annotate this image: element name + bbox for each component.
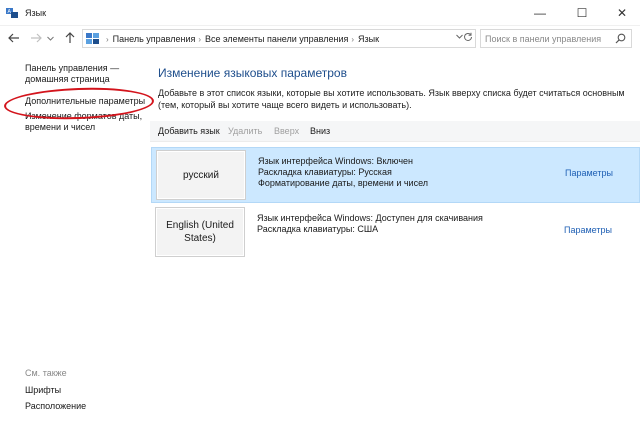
language-app-icon: A <box>6 8 18 18</box>
add-language-button[interactable]: Добавить язык <box>158 126 220 136</box>
breadcrumb: › Панель управления › Все элементы панели у… <box>106 34 380 44</box>
language-tile[interactable]: English (United States) <box>155 207 245 257</box>
language-options-link[interactable]: Параметры <box>565 168 613 178</box>
language-options-link[interactable]: Параметры <box>564 225 612 235</box>
sidebar-advanced-settings-link[interactable]: Дополнительные параметры <box>25 96 145 107</box>
language-info-line: Раскладка клавиатуры: Русская <box>258 167 392 177</box>
sidebar-fonts-link[interactable]: Шрифты <box>25 385 61 396</box>
close-button[interactable]: ✕ <box>604 0 640 26</box>
svg-text:A: A <box>8 9 12 15</box>
address-bar: › Панель управления › Все элементы панели у… <box>0 26 640 51</box>
main-content: Изменение языковых параметров Добавьте в… <box>150 51 640 429</box>
title-bar: A Язык — ☐ ✕ <box>0 0 640 26</box>
move-up-button[interactable]: Вверх <box>274 126 299 136</box>
remove-language-button[interactable]: Удалить <box>228 126 262 136</box>
address-field[interactable]: › Панель управления › Все элементы панели у… <box>82 29 476 48</box>
language-toolbar: Добавить язык Удалить Вверх Вниз <box>150 121 640 142</box>
sidebar-home-link[interactable]: Панель управления — домашняя страница <box>25 63 135 85</box>
language-info-line: Язык интерфейса Windows: Включен <box>258 156 414 166</box>
address-dropdown-icon[interactable] <box>456 34 463 41</box>
forward-arrow-icon[interactable] <box>28 30 44 46</box>
language-info: Язык интерфейса Windows: Включен Расклад… <box>258 156 428 189</box>
language-info: Язык интерфейса Windows: Доступен для ск… <box>257 213 483 235</box>
sidebar-location-link[interactable]: Расположение <box>25 401 86 412</box>
search-box[interactable] <box>480 29 632 48</box>
maximize-button[interactable]: ☐ <box>562 0 602 26</box>
move-down-button[interactable]: Вниз <box>310 126 330 136</box>
see-also-heading: См. также <box>25 368 67 378</box>
breadcrumb-control-panel[interactable]: Панель управления <box>113 34 196 44</box>
page-description: Добавьте в этот список языки, которые вы… <box>158 88 625 110</box>
window-title: Язык <box>25 8 47 18</box>
language-info-line: Раскладка клавиатуры: США <box>257 224 379 234</box>
control-panel-icon <box>86 33 99 44</box>
language-info-line: Форматирование даты, времени и чисел <box>258 178 429 188</box>
refresh-icon[interactable] <box>463 32 473 45</box>
breadcrumb-all-items[interactable]: Все элементы панели управления <box>205 34 348 44</box>
sidebar-formats-link[interactable]: Изменение форматов даты, времени и чисел <box>25 111 145 133</box>
language-tile[interactable]: русский <box>156 150 246 200</box>
minimize-button[interactable]: — <box>520 0 560 26</box>
search-input[interactable] <box>485 32 609 46</box>
recent-locations-chevron-icon[interactable] <box>45 30 55 46</box>
up-arrow-icon[interactable] <box>62 30 78 46</box>
breadcrumb-language[interactable]: Язык <box>358 34 379 44</box>
language-info-line: Язык интерфейса Windows: Доступен для ск… <box>257 213 483 223</box>
language-row-russian[interactable]: русский Язык интерфейса Windows: Включен… <box>151 147 640 203</box>
language-row-english[interactable]: English (United States) Язык интерфейса … <box>151 205 640 261</box>
search-icon[interactable] <box>615 33 626 44</box>
back-arrow-icon[interactable] <box>6 30 22 46</box>
sidebar: Панель управления — домашняя страница До… <box>0 51 148 429</box>
page-title: Изменение языковых параметров <box>158 66 347 80</box>
